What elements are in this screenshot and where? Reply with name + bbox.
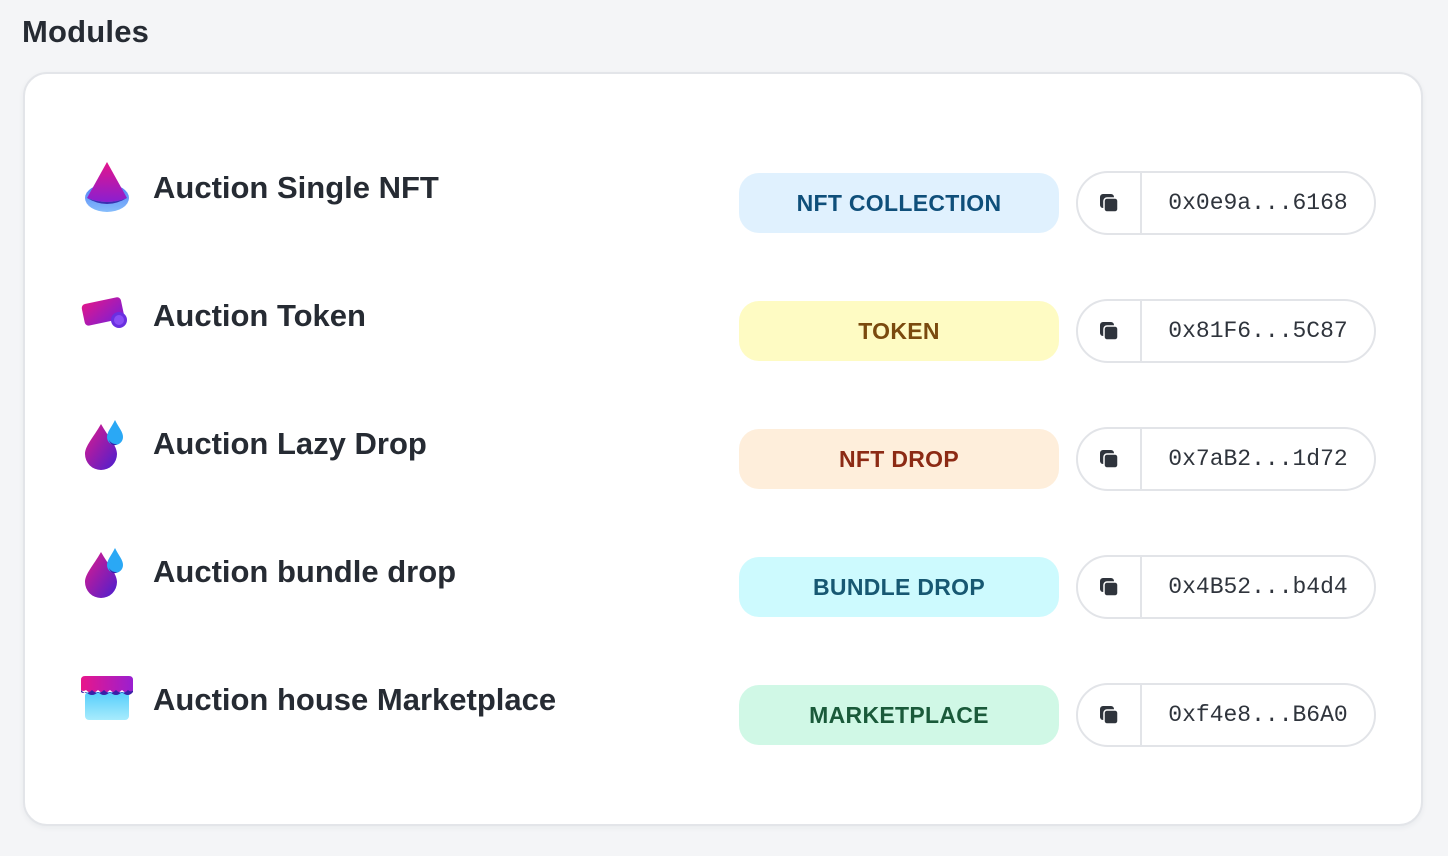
contract-address: 0x4B52...b4d4 — [1168, 574, 1348, 600]
contract-address-pill[interactable]: 0x0e9a...6168 — [1076, 171, 1376, 235]
copy-icon — [1100, 322, 1119, 341]
module-name: Auction Single NFT — [153, 170, 439, 205]
type-badge: BUNDLE DROP — [739, 557, 1059, 617]
modules-card: Auction Single NFT NFT COLLECTION 0x0e9a… — [23, 72, 1423, 826]
contract-address-pill[interactable]: 0x7aB2...1d72 — [1076, 427, 1376, 491]
copy-icon — [1100, 194, 1119, 213]
contract-address-pill[interactable]: 0xf4e8...B6A0 — [1076, 683, 1376, 747]
type-badge: MARKETPLACE — [739, 685, 1059, 745]
module-name: Auction Lazy Drop — [153, 426, 427, 461]
module-row-auction-single-nft[interactable]: Auction Single NFT NFT COLLECTION 0x0e9a… — [25, 156, 1421, 235]
copy-address-button[interactable] — [1078, 301, 1142, 361]
water-drop-icon — [79, 544, 135, 600]
copy-icon — [1100, 450, 1119, 469]
module-row-auction-bundle-drop[interactable]: Auction bundle drop BUNDLE DROP 0x4B52..… — [25, 540, 1421, 619]
type-badge: NFT COLLECTION — [739, 173, 1059, 233]
module-row-auction-house-marketplace[interactable]: Auction house Marketplace MARKETPLACE 0x… — [25, 668, 1421, 747]
module-name: Auction house Marketplace — [153, 682, 557, 717]
contract-address-pill[interactable]: 0x4B52...b4d4 — [1076, 555, 1376, 619]
contract-address: 0xf4e8...B6A0 — [1168, 702, 1348, 728]
storefront-icon — [79, 672, 135, 728]
module-name: Auction Token — [153, 298, 366, 333]
section-title: Modules — [22, 14, 150, 49]
copy-icon — [1100, 578, 1119, 597]
contract-address: 0x81F6...5C87 — [1168, 318, 1348, 344]
module-name: Auction bundle drop — [153, 554, 457, 589]
copy-icon — [1100, 706, 1119, 725]
type-badge: TOKEN — [739, 301, 1059, 361]
copy-address-button[interactable] — [1078, 429, 1142, 489]
type-badge: NFT DROP — [739, 429, 1059, 489]
copy-address-button[interactable] — [1078, 685, 1142, 745]
contract-address-pill[interactable]: 0x81F6...5C87 — [1076, 299, 1376, 363]
copy-address-button[interactable] — [1078, 173, 1142, 233]
copy-address-button[interactable] — [1078, 557, 1142, 617]
water-drop-icon — [79, 416, 135, 472]
module-row-auction-token[interactable]: Auction Token TOKEN 0x81F6...5C87 — [25, 284, 1421, 363]
contract-address: 0x0e9a...6168 — [1168, 190, 1348, 216]
drop-pyramid-icon — [79, 160, 135, 216]
contract-address: 0x7aB2...1d72 — [1168, 446, 1348, 472]
token-card-icon — [79, 288, 135, 344]
module-row-auction-lazy-drop[interactable]: Auction Lazy Drop NFT DROP 0x7aB2...1d72 — [25, 412, 1421, 491]
